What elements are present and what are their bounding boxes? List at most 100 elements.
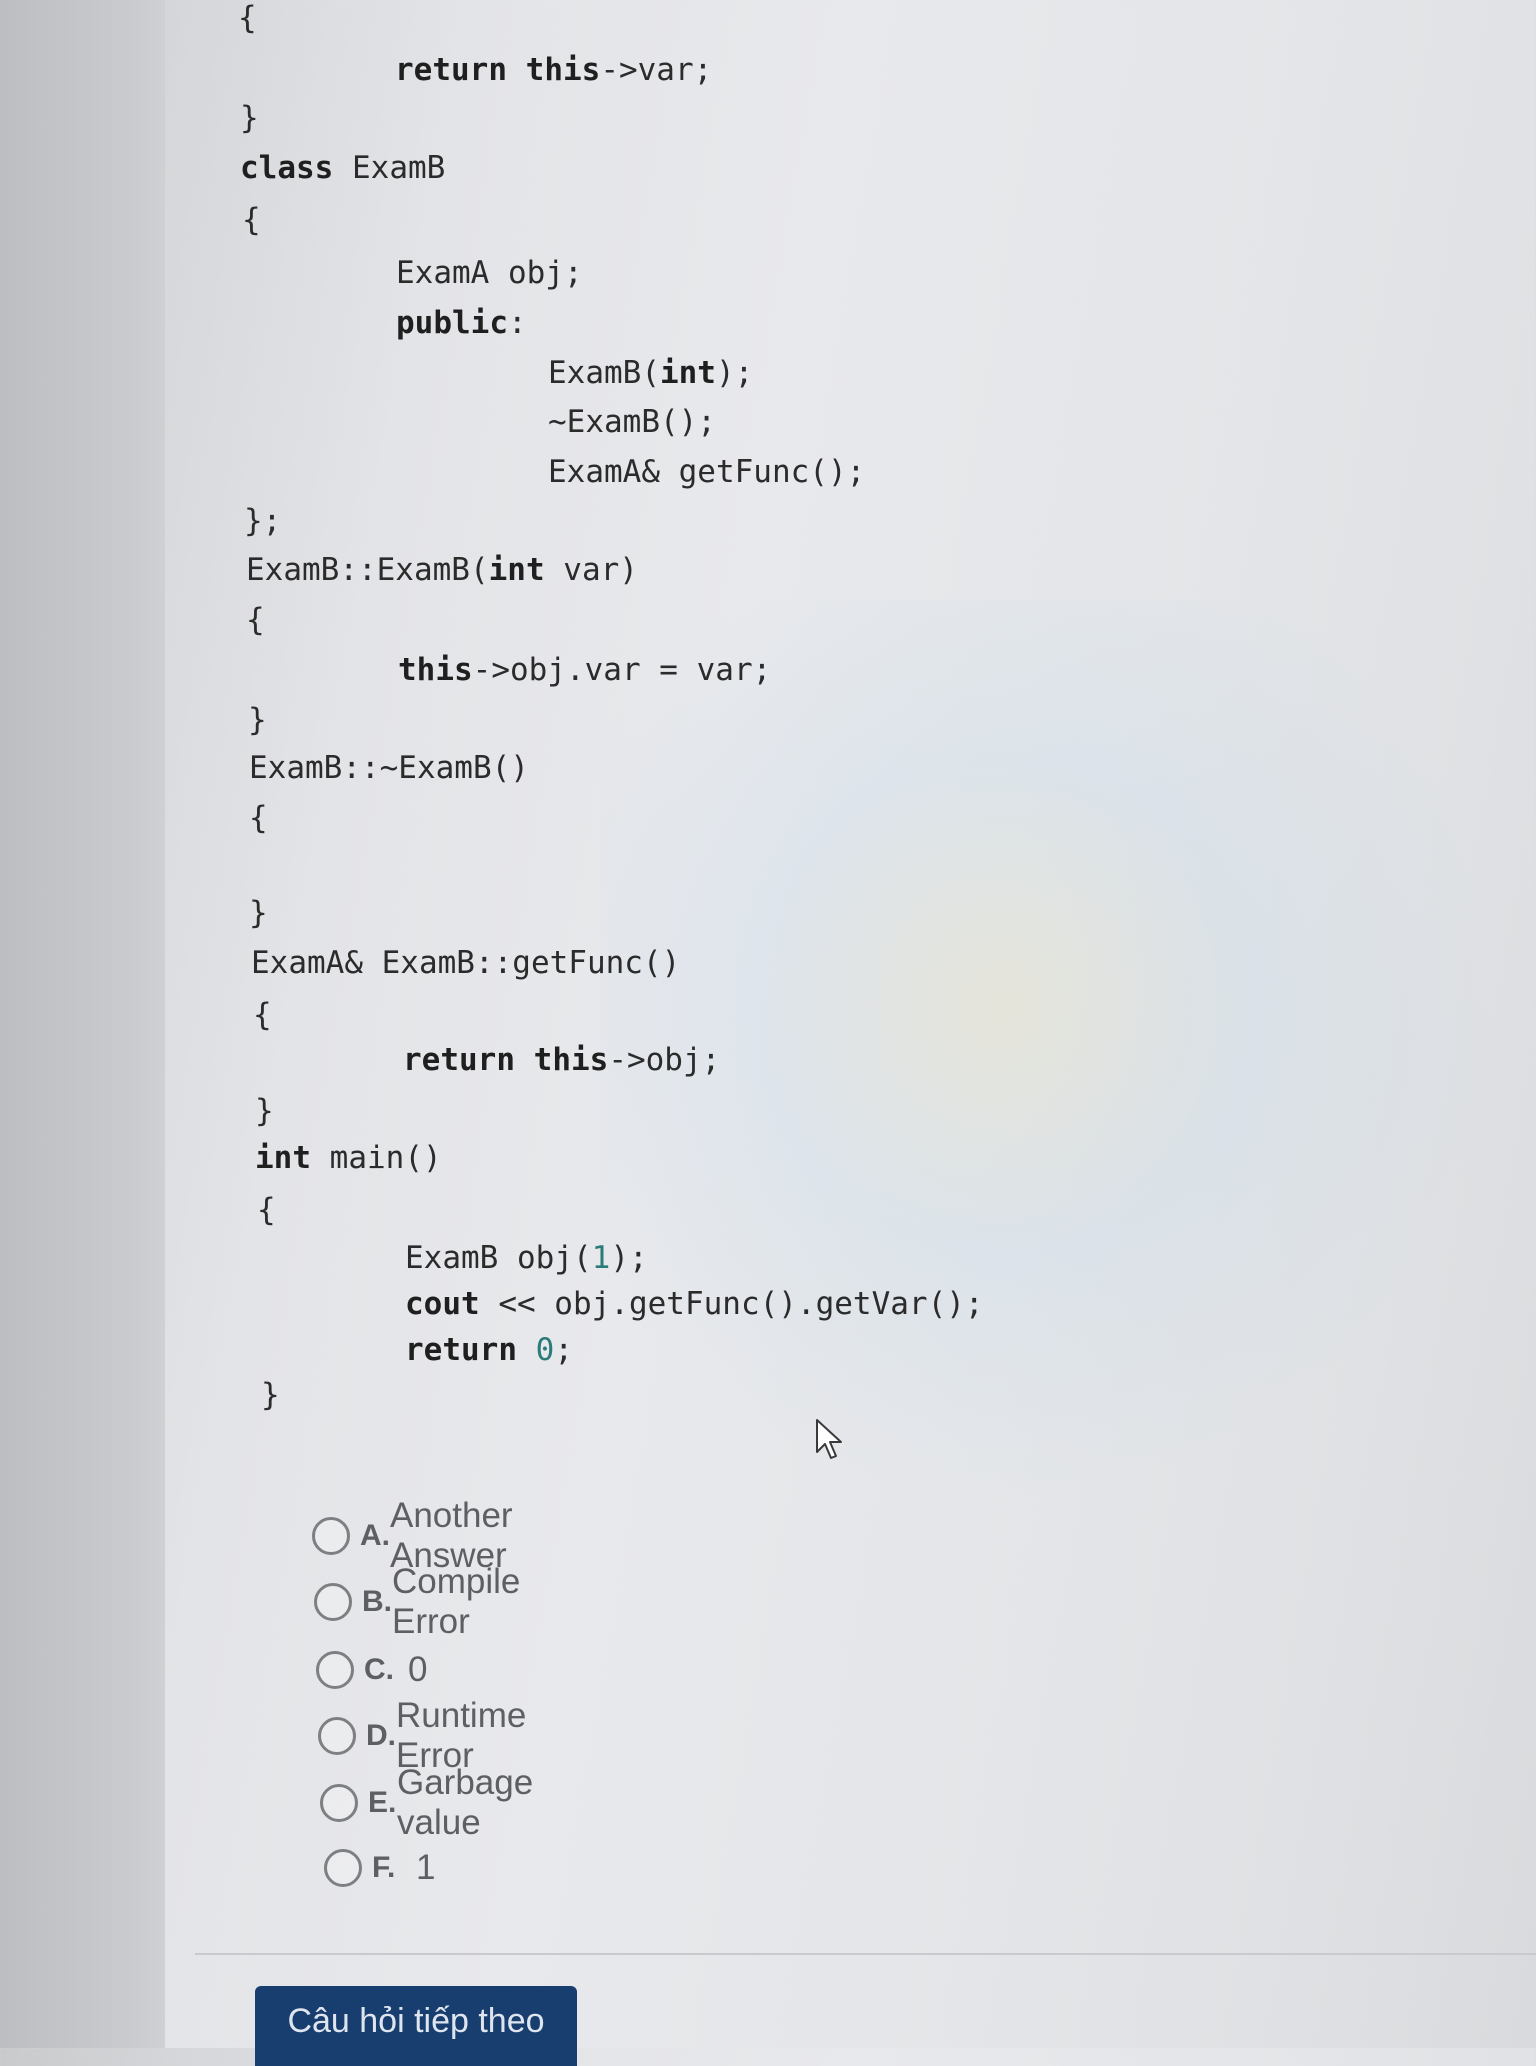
answer-option[interactable]: F. 1: [324, 1844, 435, 1892]
code-text: << obj.getFunc().getVar();: [479, 1286, 984, 1322]
code-line: public:: [396, 305, 527, 341]
code-line: ExamB::~ExamB(): [249, 750, 529, 786]
code-keyword: class: [240, 150, 334, 186]
answer-option[interactable]: C. 0: [316, 1646, 427, 1694]
code-line: }: [249, 895, 268, 931]
code-keyword: this: [525, 52, 601, 88]
code-text: }: [255, 1093, 274, 1129]
code-number: 0: [535, 1332, 555, 1368]
code-text: ExamB(: [548, 355, 660, 391]
option-letter: D.: [366, 1719, 396, 1752]
code-text: ExamB::ExamB(: [246, 552, 489, 588]
code-text: ;: [554, 1332, 573, 1368]
page-left-margin: [0, 0, 165, 2048]
code-text: ExamB::~ExamB(): [249, 750, 529, 786]
code-number: 1: [591, 1240, 611, 1276]
code-line: {: [249, 800, 268, 836]
code-line: int main(): [255, 1140, 442, 1176]
code-keyword: int: [488, 552, 545, 588]
code-keyword: this: [533, 1042, 609, 1078]
code-text: }: [261, 1377, 280, 1413]
code-line: ExamA& getFunc();: [548, 454, 865, 490]
code-line: ~ExamB();: [548, 404, 716, 440]
option-text: Garbage value: [396, 1763, 534, 1842]
answer-option[interactable]: E. Garbage value: [320, 1763, 548, 1842]
code-line: {: [253, 997, 272, 1033]
option-letter: B.: [362, 1585, 392, 1618]
code-text: ExamB obj(: [405, 1240, 592, 1276]
code-text: );: [715, 355, 754, 391]
next-question-label: Câu hỏi tiếp theo: [287, 2002, 545, 2040]
code-line: {: [257, 1192, 276, 1228]
code-line: }: [255, 1093, 274, 1129]
code-keyword: public: [396, 305, 508, 341]
code-text: ->obj.var = var;: [472, 652, 772, 688]
radio-button[interactable]: [318, 1717, 356, 1755]
mouse-cursor-icon: [816, 1419, 842, 1459]
code-keyword: int: [255, 1140, 311, 1176]
code-text: ExamA obj;: [396, 255, 583, 291]
code-text: main(): [311, 1140, 442, 1176]
code-text: {: [253, 997, 272, 1033]
code-keyword: int: [659, 355, 716, 391]
divider: [195, 1953, 1536, 1955]
code-text: {: [238, 0, 257, 36]
code-text: ->var;: [600, 52, 713, 88]
code-text: }: [249, 895, 268, 931]
code-line: class ExamB: [240, 150, 445, 186]
code-line: this->obj.var = var;: [398, 652, 771, 688]
code-text: ~ExamB();: [548, 404, 716, 440]
option-text: 1: [416, 1848, 436, 1887]
code-line: {: [238, 0, 257, 36]
code-text: {: [257, 1192, 276, 1228]
code-text: {: [246, 602, 265, 638]
option-text: Compile Error: [392, 1562, 521, 1641]
radio-button[interactable]: [324, 1849, 362, 1887]
option-letter: A.: [360, 1519, 390, 1552]
code-text: }: [240, 100, 259, 136]
next-question-button[interactable]: Câu hỏi tiếp theo: [255, 1986, 577, 2066]
code-text: var): [544, 552, 638, 588]
code-keyword: return: [405, 1332, 517, 1368]
screen-glare: [600, 600, 1500, 1500]
code-keyword: return: [403, 1042, 515, 1078]
radio-button[interactable]: [312, 1517, 350, 1555]
code-line: }: [261, 1377, 280, 1413]
code-text: :: [507, 305, 527, 341]
code-text: ExamB: [333, 150, 446, 186]
option-letter: C.: [364, 1653, 394, 1686]
code-keyword: return: [395, 52, 507, 88]
code-line: return this->obj;: [403, 1042, 720, 1078]
option-letter: E.: [368, 1786, 397, 1819]
option-text: 0: [408, 1650, 428, 1689]
code-line: }: [240, 100, 259, 136]
code-line: {: [242, 202, 261, 238]
code-line: cout << obj.getFunc().getVar();: [405, 1286, 984, 1322]
code-text: ExamA& ExamB::getFunc(): [251, 945, 681, 981]
answer-option[interactable]: D. Runtime Error: [318, 1696, 540, 1775]
code-line: ExamB obj(1);: [405, 1240, 648, 1276]
code-line: return this->var;: [395, 52, 712, 88]
code-text: };: [244, 503, 282, 539]
code-line: }: [248, 702, 267, 738]
answer-option[interactable]: B. Compile Error: [314, 1562, 534, 1641]
option-letter: F.: [372, 1851, 396, 1884]
code-line: ExamB::ExamB(int var): [246, 552, 638, 588]
code-text: ExamA& getFunc();: [548, 454, 866, 490]
radio-button[interactable]: [320, 1784, 358, 1822]
code-text: ->obj;: [608, 1042, 721, 1078]
code-text: );: [610, 1240, 648, 1276]
answer-option[interactable]: A. Another Answer: [312, 1496, 527, 1575]
code-text: }: [248, 702, 267, 738]
code-line: ExamB(int);: [548, 355, 753, 391]
code-text: {: [249, 800, 268, 836]
code-line: {: [246, 602, 265, 638]
radio-button[interactable]: [314, 1583, 352, 1621]
radio-button[interactable]: [316, 1651, 354, 1689]
code-keyword: cout: [405, 1286, 480, 1322]
code-line: return 0;: [405, 1332, 573, 1368]
code-line: ExamA& ExamB::getFunc(): [251, 945, 680, 981]
